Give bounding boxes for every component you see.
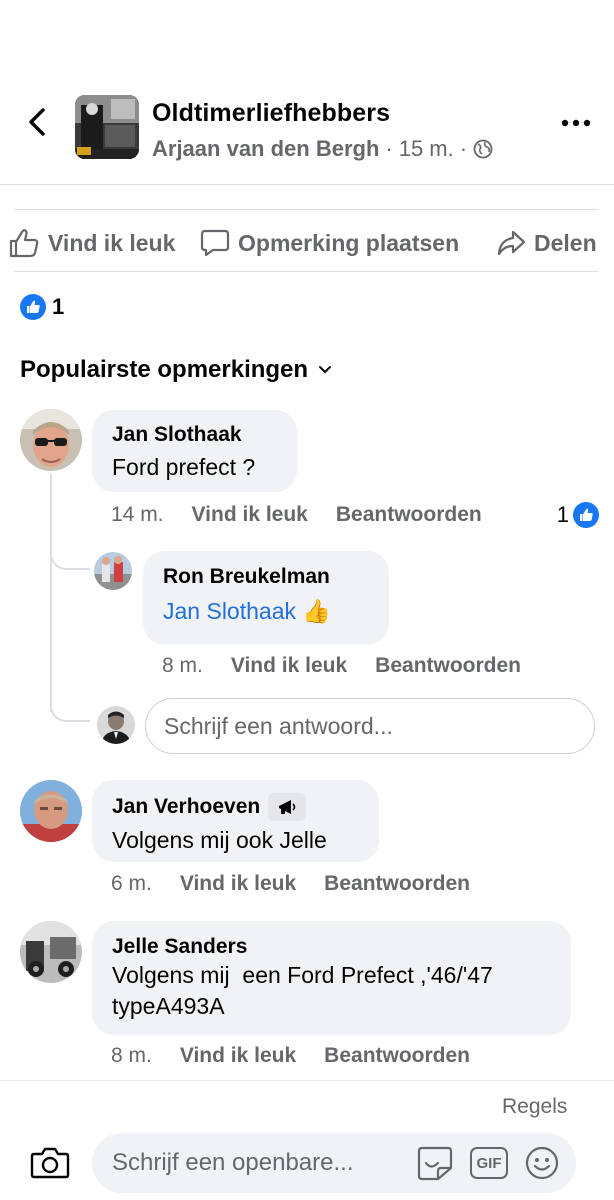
comment-like-button[interactable]: Vind ik leuk: [180, 1044, 296, 1068]
megaphone-icon: [279, 800, 296, 814]
comment-reply-button[interactable]: Beantwoorden: [336, 503, 482, 527]
sticker-icon: [417, 1146, 453, 1181]
comment-composer[interactable]: Schrijf een openbare... GIF: [92, 1133, 576, 1193]
comment-text: Volgens mij een Ford Prefect ,'46/'47 ty…: [112, 960, 551, 1022]
post-meta: Arjaan van den Bergh · 15 m. ·: [152, 136, 493, 162]
reply-input[interactable]: Schrijf een antwoord...: [145, 698, 595, 754]
comment-time[interactable]: 6 m.: [111, 872, 152, 896]
comment-action-button[interactable]: Opmerking plaatsen: [200, 224, 459, 262]
reply-time[interactable]: 8 m.: [162, 654, 203, 678]
share-label: Delen: [534, 229, 597, 256]
emoji-button[interactable]: [524, 1145, 560, 1181]
comment-text-line: Volgens mij een Ford Prefect ,'46/'47: [112, 962, 493, 988]
comment-reaction-count[interactable]: 1: [557, 502, 569, 528]
comments-sort-selector[interactable]: Populairste opmerkingen: [20, 356, 332, 384]
avatar[interactable]: [97, 706, 135, 744]
chevron-down-icon: [319, 366, 332, 374]
composer-tools: GIF: [416, 1144, 560, 1182]
divider: [14, 209, 598, 210]
comment-reply-button[interactable]: Beantwoorden: [324, 1044, 470, 1068]
thread-line: [50, 474, 52, 712]
composer-placeholder: Schrijf een openbare...: [112, 1149, 354, 1176]
comment-label: Opmerking plaatsen: [238, 229, 460, 256]
more-dots-icon: [561, 119, 591, 127]
thread-connector: [50, 540, 90, 570]
like-label: Vind ik leuk: [48, 229, 176, 256]
avatar[interactable]: [20, 409, 82, 471]
group-name[interactable]: Oldtimerliefhebbers: [152, 99, 390, 128]
comment-bubble[interactable]: Jelle Sanders Volgens mij een Ford Prefe…: [92, 921, 571, 1035]
thumbs-up-icon: [9, 229, 39, 258]
chevron-left-icon: [29, 108, 45, 136]
reply-emoji: 👍: [302, 598, 332, 624]
comment-meta: 14 m. Vind ik leuk Beantwoorden 1: [111, 502, 599, 528]
emoji-icon: [525, 1146, 559, 1180]
reply-bubble[interactable]: Ron Breukelman Jan Slothaak 👍: [143, 551, 389, 645]
meta-separator: ·: [385, 136, 393, 161]
header-divider: [0, 184, 614, 185]
like-action-button[interactable]: Vind ik leuk: [8, 224, 175, 262]
avatar[interactable]: [20, 780, 82, 842]
comment-author-row: Jan Verhoeven: [112, 793, 359, 821]
more-options-button[interactable]: [558, 110, 594, 136]
comment-author[interactable]: Jelle Sanders: [112, 935, 551, 959]
divider: [14, 271, 598, 272]
comment-bubble[interactable]: Jan Verhoeven Volgens mij ook Jelle: [92, 780, 379, 862]
avatar[interactable]: [20, 921, 82, 983]
comment-author[interactable]: Jan Slothaak: [112, 423, 277, 447]
post-time[interactable]: 15 m.: [399, 136, 454, 162]
comment-reply-button[interactable]: Beantwoorden: [324, 872, 470, 896]
comment-text-line: typeA493A: [112, 993, 225, 1019]
rules-link[interactable]: Regels: [502, 1095, 567, 1119]
avatar[interactable]: [94, 552, 132, 590]
thread-connector: [50, 690, 90, 722]
camera-button[interactable]: [28, 1142, 72, 1182]
reaction-summary[interactable]: 1: [20, 294, 64, 320]
comment-bubble[interactable]: Jan Slothaak Ford prefect ?: [92, 410, 297, 492]
camera-icon: [30, 1147, 70, 1179]
reply-text: Jan Slothaak 👍: [163, 596, 369, 627]
comment-author[interactable]: Jan Verhoeven: [112, 795, 260, 819]
comment-text: Volgens mij ook Jelle: [112, 827, 327, 853]
comment-time[interactable]: 14 m.: [111, 503, 164, 527]
reply-author[interactable]: Ron Breukelman: [163, 565, 369, 589]
back-button[interactable]: [22, 104, 52, 140]
reply-input-placeholder: Schrijf een antwoord...: [164, 712, 393, 739]
group-avatar[interactable]: [75, 95, 139, 159]
meta-separator: ·: [459, 136, 468, 161]
post-author[interactable]: Arjaan van den Bergh: [152, 136, 379, 162]
comment-meta: 8 m. Vind ik leuk Beantwoorden: [111, 1044, 470, 1068]
reply-like-button[interactable]: Vind ik leuk: [231, 654, 347, 678]
like-reaction-icon: [20, 294, 46, 320]
share-action-button[interactable]: Delen: [496, 224, 597, 262]
globe-icon: [473, 139, 493, 159]
sort-label: Populairste opmerkingen: [20, 356, 309, 383]
comment-like-button[interactable]: Vind ik leuk: [192, 503, 308, 527]
sticker-button[interactable]: [416, 1144, 454, 1182]
comment-text: Ford prefect ?: [112, 454, 256, 480]
like-reaction-icon: [573, 502, 599, 528]
comment-time[interactable]: 8 m.: [111, 1044, 152, 1068]
reply-mention[interactable]: Jan Slothaak: [163, 598, 296, 624]
badge: [268, 793, 307, 821]
reply-reply-button[interactable]: Beantwoorden: [375, 654, 521, 678]
reply-meta: 8 m. Vind ik leuk Beantwoorden: [162, 654, 521, 678]
comment-meta: 6 m. Vind ik leuk Beantwoorden: [111, 872, 470, 896]
share-icon: [497, 230, 526, 256]
comment-icon: [200, 229, 230, 257]
reaction-count: 1: [52, 294, 65, 319]
comment-like-button[interactable]: Vind ik leuk: [180, 872, 296, 896]
gif-button[interactable]: GIF: [470, 1147, 508, 1179]
